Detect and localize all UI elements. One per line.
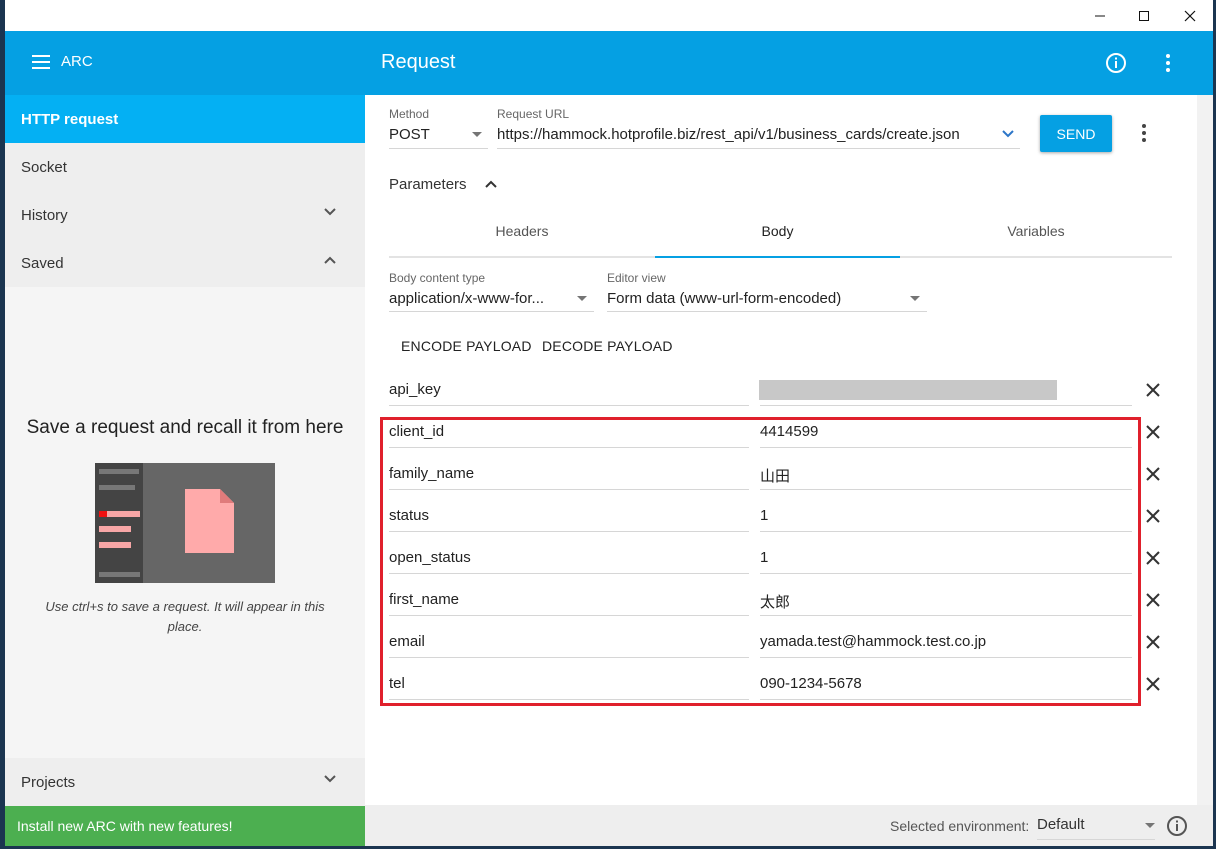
- redacted-value[interactable]: [759, 380, 1057, 400]
- sidebar-item-label: HTTP request: [21, 110, 119, 128]
- main-scrollbar[interactable]: [1197, 95, 1213, 805]
- remove-param-icon[interactable]: [1145, 592, 1165, 612]
- chevron-down-icon: [324, 775, 336, 783]
- body-content-type-select[interactable]: application/x-www-for...: [389, 290, 544, 307]
- body-content-type-label: Body content type: [389, 271, 486, 285]
- more-vert-icon[interactable]: [1141, 123, 1147, 143]
- tab-headers[interactable]: Headers: [389, 213, 655, 249]
- saved-empty-panel: Save a request and recall it from here U…: [5, 287, 365, 758]
- chevron-up-icon[interactable]: [484, 179, 498, 189]
- info-icon[interactable]: [1166, 815, 1188, 837]
- remove-param-icon[interactable]: [1145, 466, 1165, 486]
- chevron-up-icon: [324, 256, 336, 264]
- app-name: ARC: [61, 53, 93, 70]
- url-input[interactable]: https://hammock.hotprofile.biz/rest_api/…: [497, 126, 997, 143]
- sidebar: HTTP request Socket History Saved Save a…: [5, 95, 365, 846]
- remove-param-icon[interactable]: [1145, 634, 1165, 654]
- close-window-button[interactable]: [1167, 0, 1213, 31]
- saved-empty-hint: Use ctrl+s to save a request. It will ap…: [45, 599, 325, 634]
- tab-body[interactable]: Body: [655, 213, 900, 249]
- page-title: Request: [381, 51, 456, 73]
- close-icon: [1184, 10, 1196, 21]
- decode-payload-button[interactable]: DECODE PAYLOAD: [542, 338, 673, 354]
- main-toolbar: Request: [365, 31, 1213, 95]
- dropdown-arrow-icon: [1145, 823, 1155, 828]
- env-select[interactable]: Default: [1037, 816, 1085, 833]
- method-select[interactable]: POST: [389, 126, 430, 143]
- encode-payload-button[interactable]: ENCODE PAYLOAD: [401, 338, 532, 354]
- sidebar-item-http-request[interactable]: HTTP request: [5, 95, 365, 143]
- sidebar-item-history[interactable]: History: [5, 191, 365, 239]
- menu-icon[interactable]: [32, 55, 50, 69]
- saved-empty-title: Save a request and recall it from here: [26, 417, 344, 438]
- install-banner[interactable]: Install new ARC with new features!: [5, 806, 365, 846]
- install-banner-label: Install new ARC with new features!: [17, 818, 233, 834]
- sidebar-item-label: Saved: [21, 254, 64, 272]
- saved-illustration-icon: [95, 463, 275, 583]
- footer-bar: Selected environment: Default: [365, 805, 1213, 846]
- sidebar-item-projects[interactable]: Projects: [5, 758, 365, 806]
- dropdown-arrow-icon: [910, 296, 920, 301]
- chevron-down-icon: [324, 208, 336, 216]
- request-panel: Method POST Request URL https://hammock.…: [365, 95, 1197, 805]
- method-label: Method: [389, 107, 430, 121]
- remove-param-icon[interactable]: [1145, 424, 1165, 444]
- maximize-button[interactable]: [1121, 0, 1167, 31]
- highlight-box: [380, 417, 1141, 706]
- sidebar-item-saved[interactable]: Saved: [5, 239, 365, 287]
- editor-view-label: Editor view: [607, 271, 666, 285]
- tab-variables[interactable]: Variables: [900, 213, 1172, 249]
- editor-view-select[interactable]: Form data (www-url-form-encoded): [607, 290, 841, 307]
- dropdown-arrow-icon: [472, 132, 482, 137]
- sidebar-item-socket[interactable]: Socket: [5, 143, 365, 191]
- remove-param-icon[interactable]: [1145, 550, 1165, 570]
- maximize-icon: [1139, 10, 1149, 21]
- app-window: ARC Request HTTP request Socket History …: [5, 0, 1213, 846]
- remove-param-icon[interactable]: [1145, 508, 1165, 528]
- more-vert-icon[interactable]: [1165, 53, 1171, 73]
- active-tab-indicator: [655, 256, 900, 258]
- minimize-icon: [1095, 15, 1105, 16]
- remove-param-icon[interactable]: [1145, 382, 1165, 402]
- dropdown-arrow-icon: [577, 296, 587, 301]
- sidebar-item-label: Socket: [21, 158, 67, 176]
- info-icon[interactable]: [1105, 52, 1127, 74]
- sidebar-item-label: Projects: [21, 773, 76, 791]
- parameters-toggle[interactable]: Parameters: [389, 176, 467, 193]
- minimize-button[interactable]: [1077, 0, 1123, 31]
- sidebar-item-label: History: [21, 206, 68, 224]
- param-name-input[interactable]: api_key: [389, 381, 441, 398]
- window-titlebar: [5, 0, 1213, 31]
- send-button[interactable]: SEND: [1040, 115, 1112, 152]
- url-label: Request URL: [497, 107, 570, 121]
- chevron-down-icon[interactable]: [1001, 129, 1015, 139]
- remove-param-icon[interactable]: [1145, 676, 1165, 696]
- drawer-header: ARC: [5, 31, 365, 95]
- env-label: Selected environment:: [890, 818, 1030, 834]
